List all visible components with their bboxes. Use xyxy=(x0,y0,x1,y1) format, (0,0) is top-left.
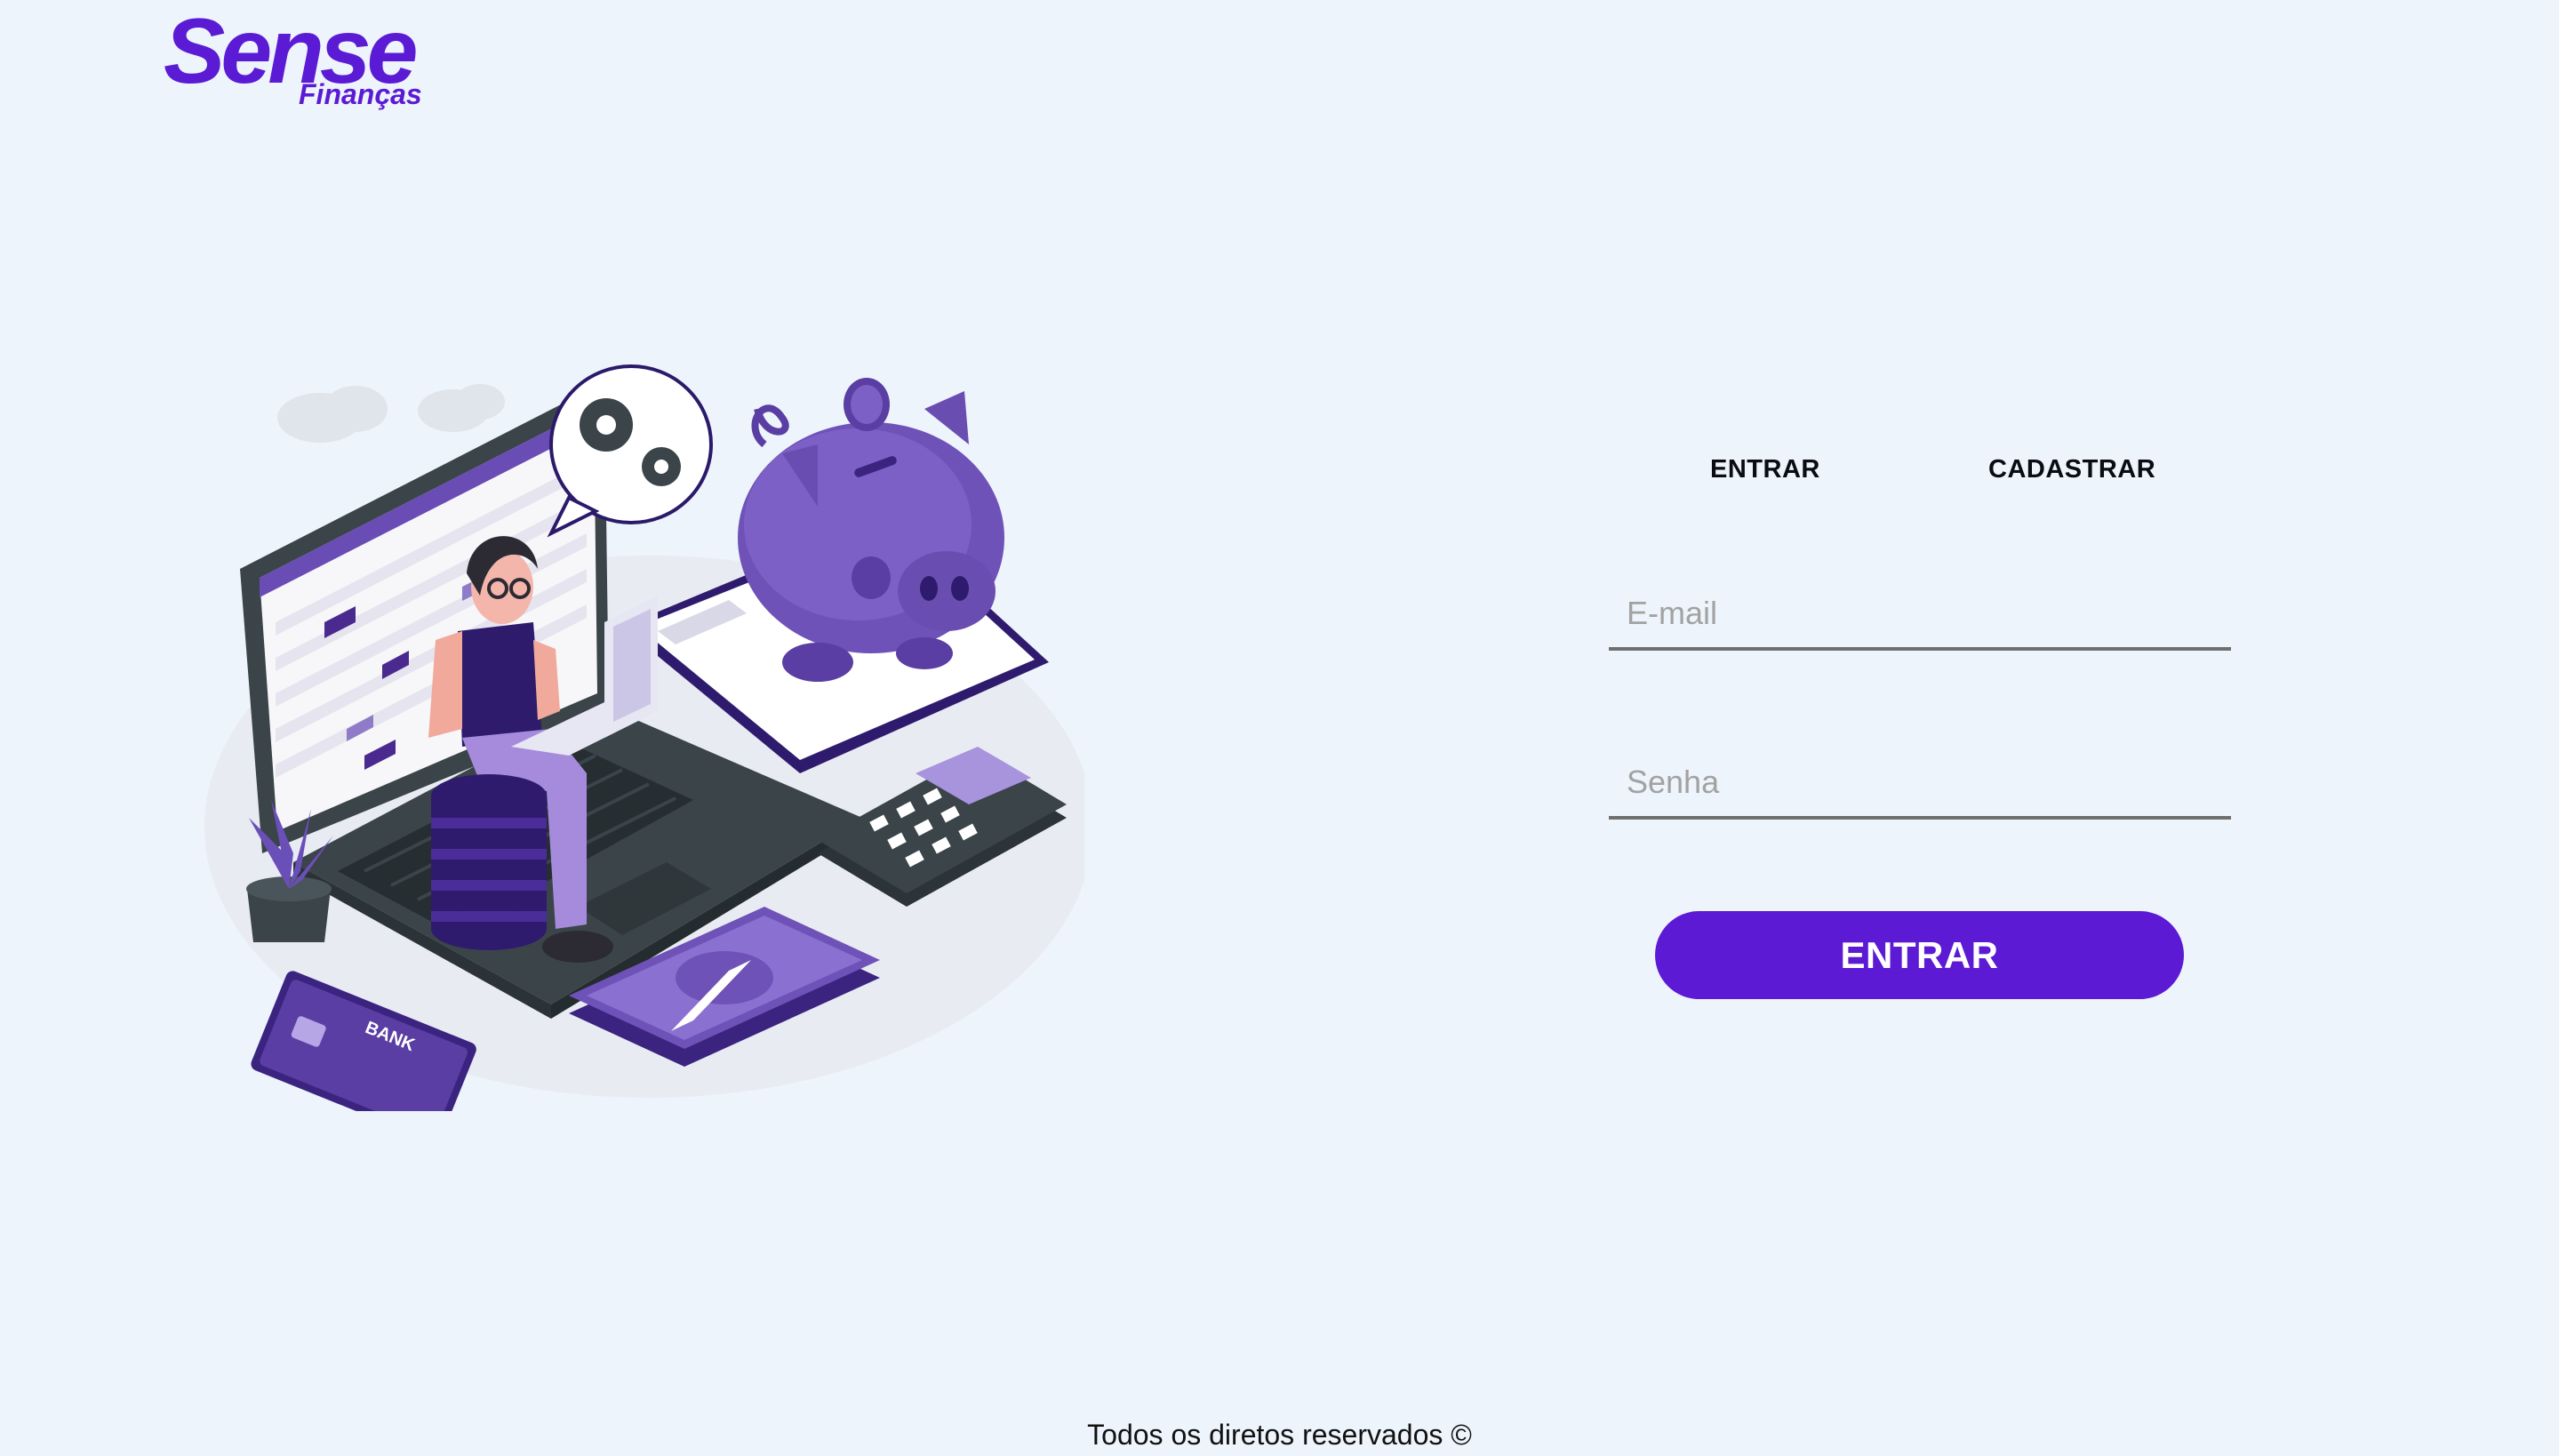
tab-signup[interactable]: CADASTRAR xyxy=(1988,452,2166,487)
password-field[interactable] xyxy=(1609,748,2231,820)
footer-copyright: Todos os diretos reservados © xyxy=(1087,1419,1472,1451)
email-field[interactable] xyxy=(1609,580,2231,651)
logo-tagline: Finanças xyxy=(299,78,422,110)
tab-login[interactable]: ENTRAR xyxy=(1710,452,1826,487)
login-button[interactable]: ENTRAR xyxy=(1655,911,2184,999)
login-page: Sense Finanças BANK ENTRAR CADASTRAR E-m… xyxy=(0,0,2559,1456)
finance-illustration: BANK xyxy=(196,356,1084,1111)
brand-logo[interactable]: Sense Finanças xyxy=(160,5,444,116)
